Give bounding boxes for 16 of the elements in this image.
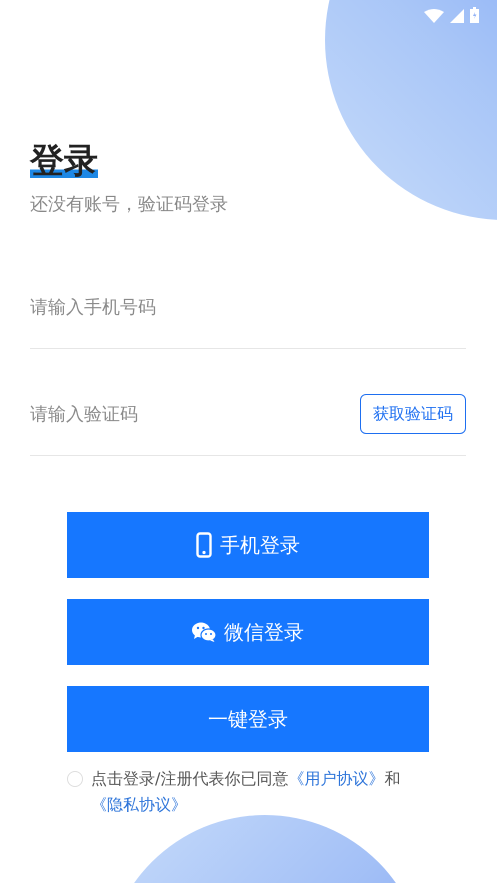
code-field[interactable]: 请输入验证码 <box>30 404 360 424</box>
agreement-link[interactable]: 《隐私协议》 <box>91 795 187 814</box>
phone-icon <box>196 532 212 558</box>
phone-field[interactable]: 请输入手机号码 <box>30 296 466 318</box>
chat-bubbles-icon <box>192 622 216 642</box>
wifi-icon <box>424 9 444 23</box>
signal-icon <box>450 9 464 23</box>
agreement-link[interactable]: 《用户协议》 <box>288 769 384 788</box>
agree-checkbox[interactable] <box>67 771 83 787</box>
battery-icon <box>470 7 479 23</box>
subtitle: 还没有账号，验证码登录 <box>30 193 229 217</box>
get-code-button[interactable]: 获取验证码 <box>360 394 466 434</box>
agreement-text: 点击登录/注册代表你已同意《用户协议》和 《隐私协议》 <box>91 768 402 816</box>
phone-login-button[interactable]: 手机登录 <box>67 512 429 578</box>
wechat-login-button[interactable]: 微信登录 <box>67 599 429 665</box>
one-tap-login-button[interactable]: 一键登录 <box>67 686 429 752</box>
